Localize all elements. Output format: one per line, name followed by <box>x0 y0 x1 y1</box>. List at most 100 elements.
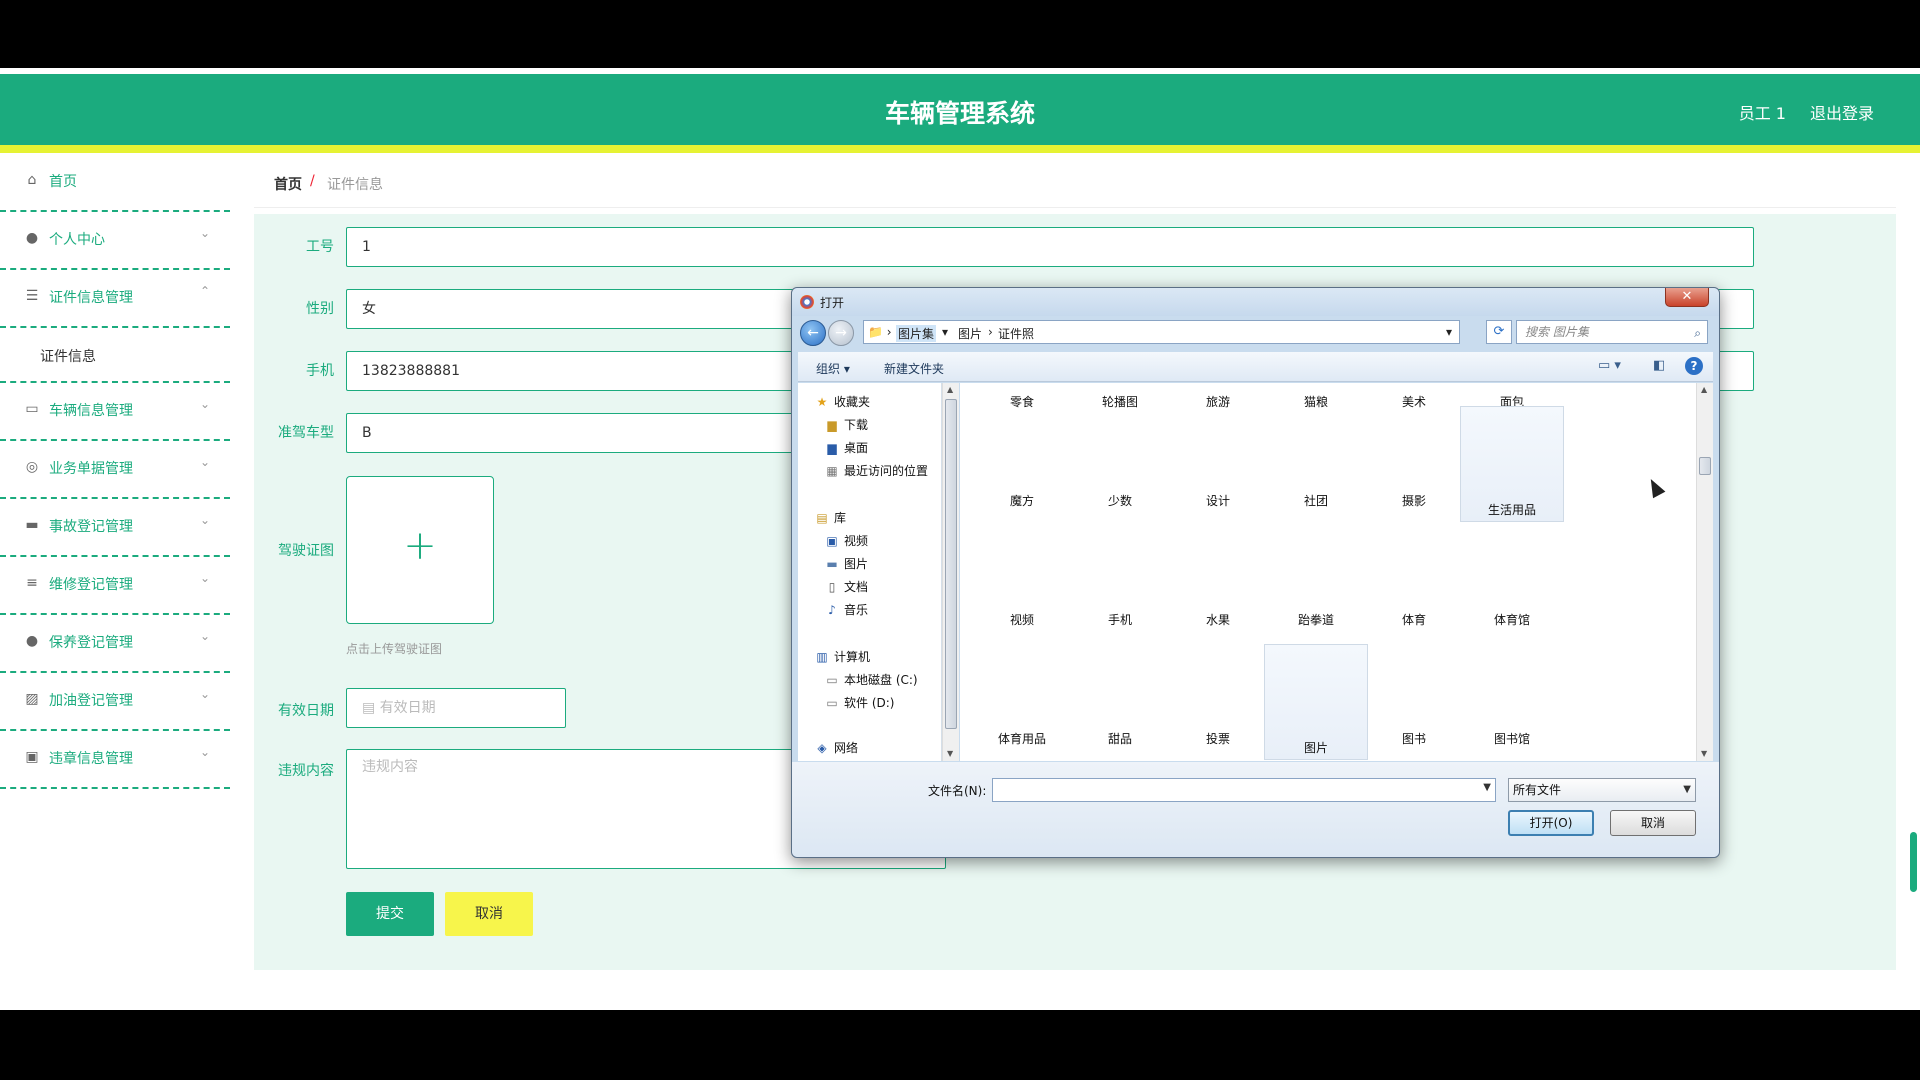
file-item[interactable]: 水果 <box>1166 512 1270 631</box>
breadcrumb-home[interactable]: 首页 <box>274 174 302 194</box>
nav-downloads[interactable]: ▆ 下载 <box>824 416 868 433</box>
view-options-icon[interactable]: ▭ ▾ <box>1598 358 1621 373</box>
nav-music[interactable]: ♪ 音乐 <box>824 601 868 618</box>
plus-icon: + <box>403 523 437 569</box>
back-arrow-icon[interactable]: ← <box>800 320 826 346</box>
sidebar-item-certificate-management[interactable]: ☰ 证件信息管理 ⌃ <box>0 270 230 328</box>
submit-button[interactable]: 提交 <box>346 892 434 936</box>
sidebar-subitem-certificate-info[interactable]: 证件信息 <box>0 328 230 383</box>
forward-arrow-icon[interactable]: → <box>828 320 854 346</box>
sidebar-item-business-docs[interactable]: ◎ 业务单据管理 ⌄ <box>0 441 230 499</box>
sidebar-item-label: 违章信息管理 <box>49 751 133 767</box>
nav-desktop[interactable]: ▆ 桌面 <box>824 439 868 456</box>
scroll-up-icon[interactable]: ▲ <box>1701 385 1707 394</box>
nav-label: 最近访问的位置 <box>844 464 929 478</box>
violation-label: 违规内容 <box>278 763 334 779</box>
file-item[interactable]: 甜品 <box>1068 631 1172 750</box>
nav-documents[interactable]: ▯ 文档 <box>824 578 868 595</box>
phone-label: 手机 <box>306 363 334 379</box>
file-item[interactable]: 设计 <box>1166 393 1270 512</box>
sidebar-item-profile[interactable]: ● 个人中心 ⌄ <box>0 212 230 270</box>
compass-icon: ◎ <box>25 459 39 475</box>
nav-library[interactable]: ▤ 库 <box>814 509 846 526</box>
address-bar[interactable]: 📁 › 图片集 ▾ 图片 › 证件照 ▾ <box>863 320 1460 344</box>
file-item[interactable]: 摄影 <box>1362 393 1466 512</box>
violation-placeholder: 违规内容 <box>362 759 418 775</box>
file-item[interactable]: 体育 <box>1362 512 1466 631</box>
scroll-down-icon[interactable]: ▼ <box>1701 749 1707 758</box>
address-crumb-2[interactable]: 证件照 <box>998 325 1034 342</box>
nav-computer[interactable]: ▥ 计算机 <box>814 648 870 665</box>
page-scrollbar[interactable] <box>1910 832 1917 892</box>
file-name: 图书 <box>1401 732 1426 746</box>
open-button[interactable]: 打开(O) <box>1508 810 1594 836</box>
search-input[interactable]: 搜索 图片集 ⌕ <box>1516 320 1708 344</box>
file-item[interactable]: 手机 <box>1068 512 1172 631</box>
organize-menu[interactable]: 组织 ▾ <box>816 360 850 377</box>
nav-drive-c[interactable]: ▭ 本地磁盘 (C:) <box>824 671 917 688</box>
dialog-cancel-button[interactable]: 取消 <box>1610 810 1696 836</box>
valid-date-picker[interactable]: ▤ 有效日期 <box>346 688 566 728</box>
nav-favorites[interactable]: ★ 收藏夹 <box>814 393 870 410</box>
sidebar-item-accident[interactable]: ▬ 事故登记管理 ⌄ <box>0 499 230 557</box>
cancel-button[interactable]: 取消 <box>445 892 533 936</box>
nav-network[interactable]: ◈ 网络 <box>814 739 858 756</box>
nav-pane-scrollbar[interactable]: ▲ ▼ <box>942 383 959 761</box>
sidebar-item-home[interactable]: ⌂ 首页 <box>0 154 230 212</box>
file-list-scrollbar[interactable]: ▲ ▼ <box>1696 383 1713 761</box>
file-item[interactable]: 视频 <box>970 512 1074 631</box>
logout-link[interactable]: 退出登录 <box>1810 100 1874 124</box>
sidebar-item-label: 证件信息 <box>40 349 96 365</box>
current-user[interactable]: 员工 1 <box>1739 100 1786 124</box>
chevron-down-icon[interactable]: ▾ <box>1446 325 1452 339</box>
license-photo-upload[interactable]: + <box>346 476 494 624</box>
filetype-select[interactable]: 所有文件 ▼ <box>1508 778 1696 802</box>
network-icon: ◈ <box>817 741 827 755</box>
scroll-up-icon[interactable]: ▲ <box>947 385 953 394</box>
file-item-selected[interactable]: 图片 <box>1264 644 1368 760</box>
chevron-down-icon[interactable]: ▼ <box>1483 782 1491 793</box>
sidebar-item-violation[interactable]: ▣ 违章信息管理 ⌄ <box>0 731 230 789</box>
file-item[interactable]: 体育用品 <box>970 631 1074 750</box>
scroll-down-icon[interactable]: ▼ <box>947 749 953 758</box>
address-crumb-0[interactable]: 图片集 <box>896 325 937 342</box>
app-title: 车辆管理系统 <box>884 99 1035 128</box>
file-name: 摄影 <box>1401 494 1426 508</box>
sidebar-item-vehicle-management[interactable]: ▭ 车辆信息管理 ⌄ <box>0 383 230 441</box>
help-icon[interactable]: ? <box>1685 357 1703 375</box>
message-icon: ▬ <box>25 517 39 533</box>
filename-input[interactable]: ▼ <box>992 778 1496 802</box>
dialog-toolbar: 组织 ▾ 新建文件夹 ▭ ▾ ◧ ? <box>798 352 1713 382</box>
refresh-icon[interactable]: ⟳ <box>1486 320 1512 344</box>
file-item[interactable]: 少数 <box>1068 393 1172 512</box>
file-item[interactable]: 社团 <box>1264 393 1368 512</box>
scroll-thumb[interactable] <box>1699 457 1711 475</box>
address-crumb-1[interactable]: 图片 <box>958 325 982 342</box>
file-item[interactable]: 跆拳道 <box>1264 512 1368 631</box>
sidebar-item-repair[interactable]: ≡ 维修登记管理 ⌄ <box>0 557 230 615</box>
chevron-down-icon: ⌄ <box>199 571 210 585</box>
file-name: 水果 <box>1205 613 1230 627</box>
sidebar-item-refuel[interactable]: ▨ 加油登记管理 ⌄ <box>0 673 230 731</box>
chevron-right-icon: › <box>988 325 993 339</box>
file-item[interactable]: 图书 <box>1362 631 1466 750</box>
preview-pane-icon[interactable]: ◧ <box>1653 358 1665 373</box>
chevron-down-icon[interactable]: ▾ <box>942 325 948 339</box>
new-folder-button[interactable]: 新建文件夹 <box>884 360 944 377</box>
employee-id-input[interactable]: 1 <box>346 227 1754 267</box>
nav-pictures[interactable]: ▬ 图片 <box>824 555 868 572</box>
file-item[interactable]: 投票 <box>1166 631 1270 750</box>
dialog-titlebar[interactable]: 打开 ✕ <box>792 288 1719 316</box>
file-name: 图片 <box>1303 741 1328 755</box>
nav-recent[interactable]: ▦ 最近访问的位置 <box>824 462 928 479</box>
employee-id-label: 工号 <box>306 239 334 255</box>
sidebar-item-maintenance[interactable]: ● 保养登记管理 ⌄ <box>0 615 230 673</box>
file-item[interactable]: 体育馆 <box>1460 512 1564 631</box>
file-item[interactable]: 魔方 <box>970 393 1074 512</box>
nav-drive-d[interactable]: ▭ 软件 (D:) <box>824 694 894 711</box>
file-item[interactable]: 图书馆 <box>1460 631 1564 750</box>
dialog-close-button[interactable]: ✕ <box>1665 288 1709 307</box>
scroll-thumb[interactable] <box>945 399 957 729</box>
file-item-hovered[interactable]: 生活用品 <box>1460 406 1564 522</box>
nav-videos[interactable]: ▣ 视频 <box>824 532 868 549</box>
